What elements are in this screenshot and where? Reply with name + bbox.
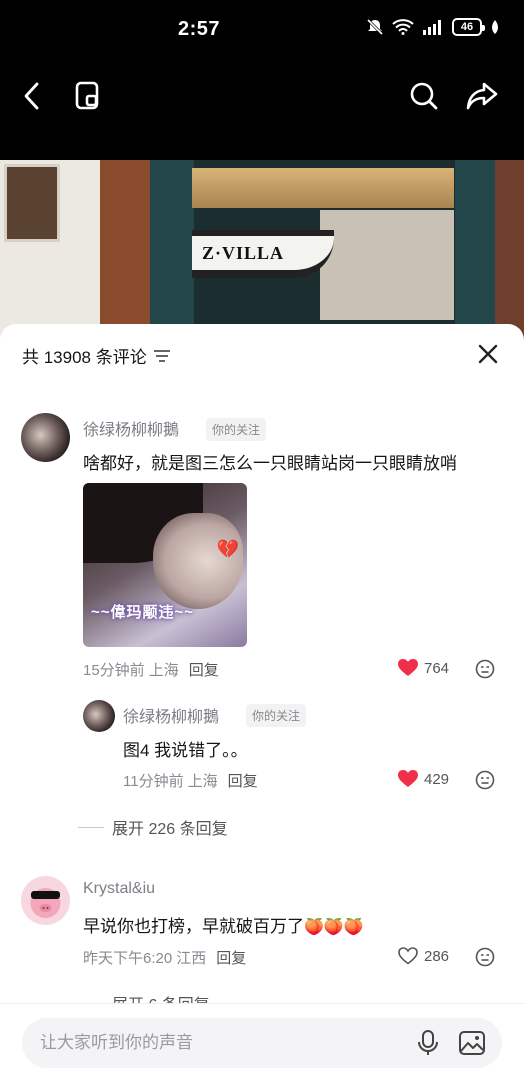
comment-username[interactable]: Krystal&iu [83,880,155,898]
comment-meta: 昨天下午6:20 江西 回复 [83,947,246,968]
photo-ceiling [192,168,454,208]
comment-input-box[interactable] [22,1018,502,1068]
search-icon [410,82,438,110]
battery-indicator: 46 [452,18,485,36]
signal-icon [423,20,441,35]
comment-location: 江西 [176,950,207,967]
comment-input[interactable] [40,1018,400,1068]
heart-outline-icon [398,947,418,965]
reply-username[interactable]: 徐绿杨柳柳鵝 [123,703,219,727]
reply-follow-badge: 你的关注 [246,704,307,727]
reply-button[interactable]: 回复 [216,947,246,968]
dislike-icon [475,659,495,679]
note-button[interactable] [68,76,108,116]
reply-reply-button[interactable]: 回复 [228,770,258,791]
photo-door-frame-left [150,160,194,340]
photo-inner-wall [320,210,454,320]
reply-time: 11分钟前 [123,773,184,790]
heart-icon [398,770,418,787]
dislike-button[interactable] [475,659,495,679]
comment-count[interactable]: 共 13908 条评论 [22,343,171,368]
close-button[interactable] [474,340,502,368]
reply-location: 上海 [187,773,218,790]
photo-sign: Z·VILLA [192,230,334,278]
mute-icon [366,18,384,36]
post-photo[interactable]: Z·VILLA [0,160,524,340]
photo-door-frame-right [455,160,495,340]
comment-time: 15分钟前 [83,662,145,679]
like-button[interactable]: 764 [398,659,449,677]
reply-text: 图4 我说错了。。 [123,741,248,760]
voice-button[interactable] [414,1029,442,1057]
image-button[interactable] [458,1029,486,1057]
comment-text: 啥都好，就是图三怎么一只眼睛站岗一只眼睛放哨 [83,454,457,473]
photo-right-wall [495,160,524,340]
search-button[interactable] [404,76,444,116]
status-icons: 46 [366,18,500,36]
leaf-icon [492,20,498,34]
expand-replies-button[interactable]: 展开 226 条回复 [78,815,228,839]
comment-image[interactable]: 💔 ~~偉玛颙违~~ [83,483,247,647]
comment-username[interactable]: 徐绿杨柳柳鵝 [83,416,179,440]
comment-text: 早说你也打榜，早就破百万了🍑🍑🍑 [83,912,364,937]
pig-avatar-icon [30,888,61,918]
peach-emoji: 🍑🍑🍑 [304,919,364,936]
status-time: 2:57 [178,18,221,40]
reply-button[interactable]: 回复 [189,659,219,680]
reply-avatar[interactable] [83,700,115,732]
dislike-button[interactable] [475,947,495,967]
avatar[interactable] [21,876,70,925]
reply-like-count: 429 [424,770,450,788]
back-icon [24,82,39,110]
expand-replies-label: 展开 226 条回复 [112,821,228,838]
dislike-icon [475,770,495,790]
wifi-icon [392,19,414,35]
like-count: 286 [424,947,450,965]
photo-window [4,164,60,242]
sheet-header: 共 13908 条评论 [0,324,524,384]
heart-icon [398,659,418,676]
image-icon [459,1031,485,1055]
comment-count-label: 共 13908 条评论 [22,348,147,367]
reply-meta: 11分钟前 上海 回复 [123,770,258,791]
reply-dislike-button[interactable] [475,770,495,790]
top-nav [0,62,524,160]
broken-heart-icon: 💔 [216,539,239,559]
avatar[interactable] [21,413,70,462]
image-face [153,513,243,609]
mic-icon [418,1030,438,1055]
follow-badge: 你的关注 [206,418,267,441]
note-icon [75,81,99,110]
close-icon [478,344,498,364]
like-button[interactable]: 286 [398,947,449,965]
filter-icon[interactable] [153,349,171,363]
like-count: 764 [424,659,450,677]
back-button[interactable] [12,76,52,116]
image-caption: ~~偉玛颙违~~ [91,604,195,621]
share-button[interactable] [462,76,502,116]
comment-text-body: 早说你也打榜，早就破百万了 [83,917,304,936]
comment-location: 上海 [148,662,179,679]
status-bar: 2:57 46 [0,0,524,62]
comment-time: 昨天下午6:20 [83,950,173,967]
share-icon [466,82,498,110]
comment-input-bar [0,1003,524,1080]
reply-like-button[interactable]: 429 [398,770,449,788]
comment-meta: 15分钟前 上海 回复 [83,659,219,680]
dislike-icon [475,947,495,967]
